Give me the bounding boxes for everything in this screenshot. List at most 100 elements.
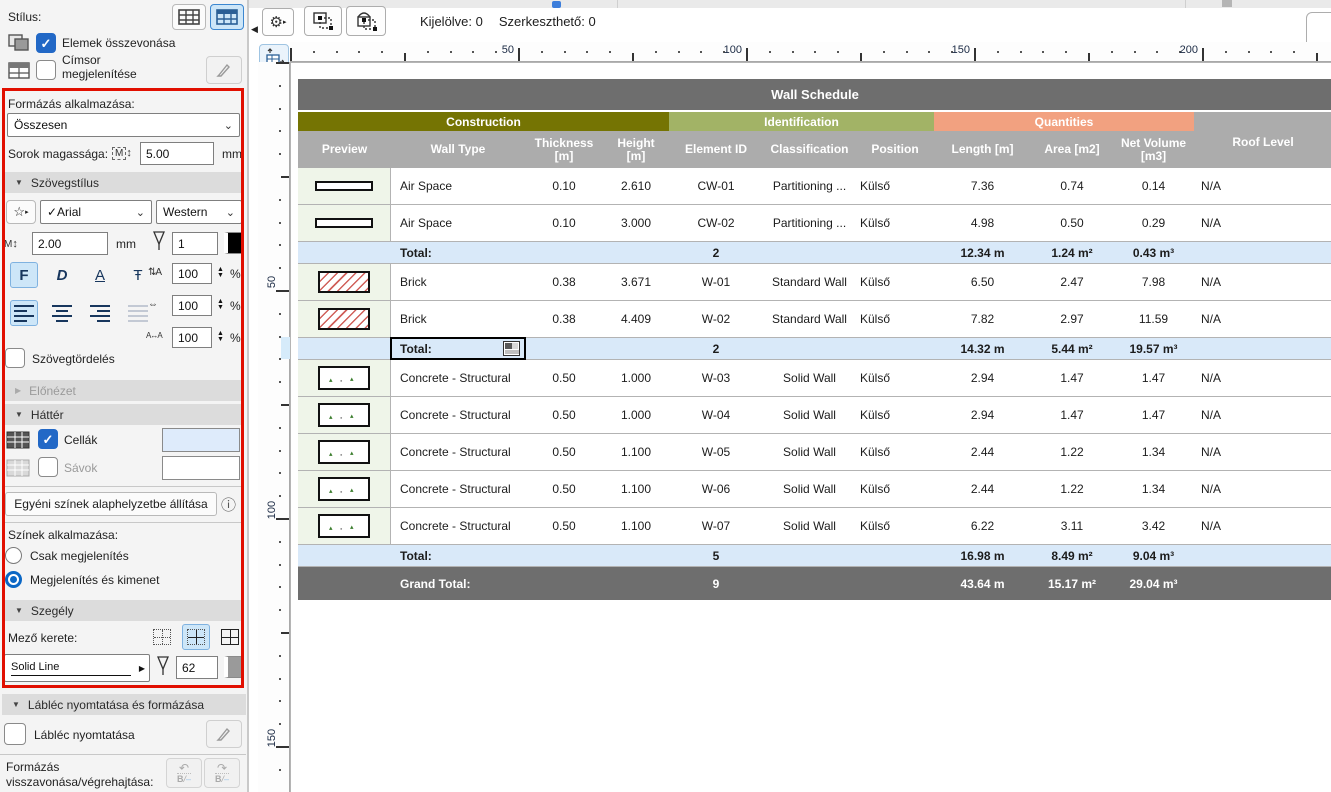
cell-height[interactable]: 3.000 — [603, 205, 669, 241]
cell-preview[interactable] — [298, 205, 391, 241]
cell-position[interactable]: Külső — [856, 434, 934, 470]
format-undo-button[interactable]: ↶ B/– — [166, 758, 202, 788]
cell-length[interactable]: 4.98 — [934, 205, 1031, 241]
cell-height[interactable]: 3.671 — [603, 264, 669, 300]
cell-roof[interactable]: N/A — [1194, 434, 1331, 470]
column-header[interactable]: Classification — [763, 131, 856, 168]
cell-total-volume[interactable]: 0.43 m³ — [1113, 242, 1194, 263]
border-pen-input[interactable] — [176, 656, 218, 679]
cell-preview[interactable]: ▴ ▴ ● — [298, 434, 391, 470]
horizontal-ruler[interactable]: 50 100 150 200 — [290, 42, 1331, 62]
cell-element-id[interactable]: W-03 — [669, 360, 763, 396]
cell-empty[interactable] — [763, 338, 856, 359]
cell-volume[interactable]: 1.34 — [1113, 471, 1194, 507]
cell-volume[interactable]: 0.14 — [1113, 168, 1194, 204]
italic-button[interactable]: D — [48, 262, 76, 288]
cell-thickness[interactable]: 0.50 — [525, 508, 603, 544]
cell-length[interactable]: 2.44 — [934, 471, 1031, 507]
bands-checkbox[interactable] — [38, 457, 58, 477]
table-style-plain-button[interactable] — [172, 4, 206, 30]
reset-custom-colors-button[interactable]: Egyéni színek alaphelyzetbe állítása — [5, 492, 217, 516]
apply-format-select[interactable]: Összesen ⌄ — [7, 113, 240, 137]
cell-length[interactable]: 7.82 — [934, 301, 1031, 337]
group-band-construction[interactable]: Construction — [298, 112, 669, 131]
text-wrap-checkbox[interactable] — [5, 348, 25, 368]
cell-total-count[interactable]: 5 — [669, 545, 763, 566]
panel-collapse-arrow[interactable]: ◀ — [251, 24, 258, 35]
align-left-button[interactable] — [10, 300, 38, 326]
selected-cell-type-icon[interactable] — [503, 341, 520, 356]
cell-total-label[interactable]: Grand Total: — [391, 567, 525, 600]
section-footer[interactable]: ▼ Lábléc nyomtatása és formázása — [2, 694, 246, 715]
cell-height[interactable]: 1.100 — [603, 508, 669, 544]
column-header[interactable]: Area [m2] — [1031, 131, 1113, 168]
text-pen-input[interactable] — [172, 232, 218, 255]
cell-empty[interactable] — [1194, 567, 1331, 600]
table-style-header-button[interactable] — [210, 4, 244, 30]
cell-volume[interactable]: 0.29 — [1113, 205, 1194, 241]
cell-length[interactable]: 7.36 — [934, 168, 1031, 204]
cell-wall-type[interactable]: Brick — [391, 264, 525, 300]
headline-edit-button[interactable] — [206, 56, 242, 84]
cell-length[interactable]: 2.94 — [934, 397, 1031, 433]
width-factor-input[interactable] — [172, 295, 212, 316]
underline-button[interactable]: A — [86, 262, 114, 288]
cell-area[interactable]: 2.97 — [1031, 301, 1113, 337]
row-height-input[interactable] — [140, 142, 214, 165]
cell-position[interactable]: Külső — [856, 508, 934, 544]
column-header[interactable]: Element ID — [669, 131, 763, 168]
cell-thickness[interactable]: 0.50 — [525, 397, 603, 433]
inactive-tab-indicator-icon[interactable] — [1222, 0, 1232, 7]
cell-thickness[interactable]: 0.50 — [525, 434, 603, 470]
cell-element-id[interactable]: W-02 — [669, 301, 763, 337]
cell-roof[interactable]: N/A — [1194, 397, 1331, 433]
cell-roof[interactable]: N/A — [1194, 168, 1331, 204]
vertical-ruler[interactable]: 50 100 150 — [258, 62, 290, 792]
line-type-select[interactable]: Solid Line ▶ — [4, 654, 150, 682]
cell-element-id[interactable]: W-01 — [669, 264, 763, 300]
cell-total-length[interactable]: 14.32 m — [934, 338, 1031, 359]
cell-area[interactable]: 1.22 — [1031, 434, 1113, 470]
cell-wall-type[interactable]: Concrete - Structural — [391, 360, 525, 396]
cell-thickness[interactable]: 0.50 — [525, 360, 603, 396]
cell-empty[interactable] — [1194, 545, 1331, 566]
info-icon[interactable]: ⓘ — [221, 494, 236, 515]
cell-volume[interactable]: 1.47 — [1113, 397, 1194, 433]
cell-volume[interactable]: 11.59 — [1113, 301, 1194, 337]
cell-area[interactable]: 1.22 — [1031, 471, 1113, 507]
cell-position[interactable]: Külső — [856, 264, 934, 300]
cell-area[interactable]: 1.47 — [1031, 397, 1113, 433]
cell-total-length[interactable]: 12.34 m — [934, 242, 1031, 263]
cell-roof[interactable]: N/A — [1194, 301, 1331, 337]
column-header[interactable]: Thickness [m] — [525, 131, 603, 168]
cell-area[interactable]: 0.74 — [1031, 168, 1113, 204]
cell-total-length[interactable]: 16.98 m — [934, 545, 1031, 566]
cell-length[interactable]: 2.44 — [934, 434, 1031, 470]
cell-preview[interactable]: ▴ ▴ ● — [298, 397, 391, 433]
font-select[interactable]: ✓Arial ⌄ — [40, 200, 152, 224]
cell-wall-type[interactable]: Concrete - Structural — [391, 471, 525, 507]
cell-empty[interactable] — [1194, 338, 1331, 359]
cell-length[interactable]: 6.50 — [934, 264, 1031, 300]
cell-preview[interactable]: ▴ ▴ ● — [298, 508, 391, 544]
column-header[interactable]: Length [m] — [934, 131, 1031, 168]
cell-thickness[interactable]: 0.10 — [525, 168, 603, 204]
cell-roof[interactable]: N/A — [1194, 205, 1331, 241]
cell-wall-type[interactable]: Air Space — [391, 205, 525, 241]
cell-classification[interactable]: Standard Wall — [763, 301, 856, 337]
cell-classification[interactable]: Standard Wall — [763, 264, 856, 300]
cell-total-count[interactable]: 9 — [669, 567, 763, 600]
border-none-button[interactable] — [148, 624, 176, 650]
line-spacing-stepper[interactable]: ▲ ▼ — [214, 263, 227, 283]
border-all-button[interactable] — [216, 624, 244, 650]
cell-empty[interactable] — [603, 338, 669, 359]
cell-total-label[interactable]: Total: — [391, 545, 525, 566]
cell-empty[interactable] — [603, 242, 669, 263]
cell-classification[interactable]: Solid Wall — [763, 360, 856, 396]
cell-empty[interactable] — [525, 338, 603, 359]
cell-position[interactable]: Külső — [856, 301, 934, 337]
column-header[interactable]: Wall Type — [391, 131, 525, 168]
cell-preview[interactable]: ▴ ▴ ● — [298, 360, 391, 396]
cell-height[interactable]: 1.100 — [603, 471, 669, 507]
display-only-radio[interactable] — [5, 547, 22, 564]
